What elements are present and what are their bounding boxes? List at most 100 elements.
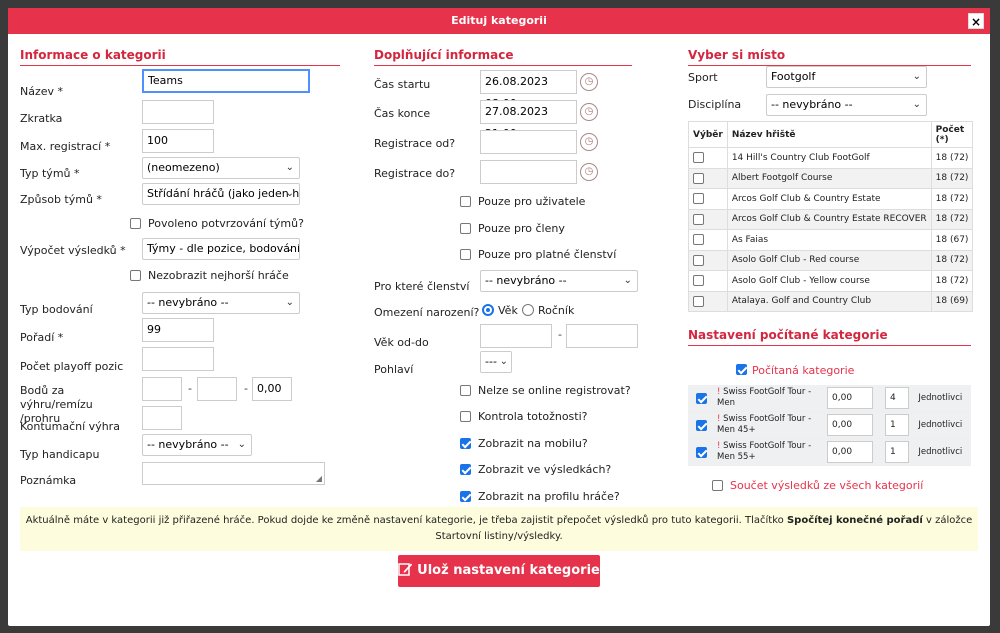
course-checkbox[interactable] (693, 193, 704, 205)
identity-checkbox[interactable] (460, 411, 471, 422)
course-checkbox[interactable] (693, 275, 704, 287)
members-only-checkbox[interactable] (460, 223, 471, 234)
points-loss-input[interactable]: 0,00 (252, 377, 292, 401)
course-checkbox[interactable] (693, 234, 704, 246)
teamtype-value: (neomezeno) (147, 161, 220, 174)
course-name: 14 Hill's Country Club FootGolf (727, 147, 932, 169)
counted-row-num[interactable]: 1 (884, 414, 909, 436)
save-button-label: Ulož nastavení kategorie (417, 563, 600, 578)
counted-row-name: Swiss FootGolf Tour - Men 55+ (717, 441, 812, 462)
regfrom-input[interactable] (480, 130, 577, 154)
handicap-select[interactable]: -- nevybráno -- ⌄ (142, 434, 252, 456)
maxreg-input[interactable]: 100 (142, 129, 214, 153)
age-dash: - (558, 328, 562, 341)
membership-select[interactable]: -- nevybráno -- ⌄ (480, 270, 638, 292)
counted-row-checkbox[interactable] (695, 446, 707, 458)
order-label: Pořadí * (20, 331, 64, 344)
course-select-cell (688, 229, 728, 251)
calc-select[interactable]: Týmy - dle pozice, bodování a ⌄ (142, 238, 300, 260)
sum-results-checkbox[interactable] (712, 480, 723, 491)
clock-icon[interactable]: ◷ (580, 163, 598, 181)
table-row[interactable]: 14 Hill's Country Club FootGolf 18 (72) (688, 147, 973, 169)
teamtype-label: Typ týmů * (20, 167, 80, 180)
users-only-checkbox[interactable] (460, 196, 471, 207)
gender-select[interactable]: --- ⌄ (480, 351, 512, 373)
birth-year-radio[interactable] (522, 304, 534, 316)
age-to-input[interactable] (566, 324, 638, 348)
counted-row-value[interactable]: 0,00 (827, 387, 873, 409)
counted-row-checkbox[interactable] (695, 392, 707, 404)
membership-value: -- nevybráno -- (485, 274, 567, 287)
clock-icon[interactable]: ◷ (580, 103, 598, 121)
course-name: Albert Footgolf Course (727, 168, 932, 189)
handicap-value: -- nevybráno -- (147, 438, 229, 451)
counted-row-num[interactable]: 1 (884, 441, 909, 463)
course-checkbox[interactable] (693, 152, 704, 164)
recalc-notice: Aktuálně máte v kategorii již přiřazené … (20, 507, 978, 551)
points-win-input[interactable] (142, 377, 182, 401)
discipline-select[interactable]: -- nevybráno -- ⌄ (766, 94, 927, 116)
birth-age-radio[interactable] (482, 304, 494, 316)
table-row[interactable]: Asolo Golf Club - Yellow course 18 (72) (688, 270, 973, 292)
calc-label: Výpočet výsledků * (20, 244, 126, 257)
table-row[interactable]: Arcos Golf Club & Country Estate 18 (72) (688, 188, 973, 210)
save-category-button[interactable]: Ulož nastavení kategorie (398, 555, 600, 587)
table-row[interactable]: As Faias 18 (67) (688, 229, 973, 251)
counted-row-value[interactable]: 0,00 (827, 414, 873, 436)
course-select-cell (688, 209, 728, 230)
forfeit-input[interactable] (142, 406, 182, 430)
abbr-input[interactable] (142, 100, 214, 124)
birth-year-label: Ročník (538, 304, 575, 317)
counted-row-value[interactable]: 0,00 (827, 441, 873, 463)
clock-icon[interactable]: ◷ (580, 73, 598, 91)
order-input[interactable]: 99 (142, 318, 214, 342)
scoring-select[interactable]: -- nevybráno -- ⌄ (142, 292, 300, 314)
regto-input[interactable] (480, 160, 577, 184)
hide-worst-checkbox[interactable] (130, 270, 141, 281)
course-name: Arcos Golf Club & Country Estate (727, 188, 932, 210)
course-checkbox[interactable] (693, 254, 704, 266)
teammode-select[interactable]: Střídání hráčů (jako jeden hráč)⌄ (142, 183, 300, 205)
note-textarea[interactable]: ◢ (142, 462, 325, 485)
start-input[interactable]: 26.08.2023 08:00 (480, 70, 577, 110)
course-select-cell (688, 250, 728, 271)
allow-confirm-label: Povoleno potvrzování týmů? (148, 217, 304, 230)
course-checkbox[interactable] (693, 172, 704, 184)
counted-row-num[interactable]: 4 (884, 387, 909, 409)
course-count: 18 (72) (930, 209, 973, 230)
show-results-checkbox[interactable] (460, 464, 471, 475)
course-select-cell (688, 188, 728, 210)
teamtype-select[interactable]: (neomezeno) ⌄ (142, 157, 300, 179)
course-checkbox[interactable] (693, 295, 704, 307)
courses-body: 14 Hill's Country Club FootGolf 18 (72) Al… (688, 147, 973, 312)
allow-confirm-checkbox[interactable] (130, 218, 141, 229)
show-mobile-checkbox[interactable] (460, 438, 471, 449)
paid-only-checkbox[interactable] (460, 249, 471, 260)
table-row[interactable]: Asolo Golf Club - Red course 18 (72) (688, 250, 973, 271)
points-dash-2: - (244, 382, 248, 395)
course-checkbox[interactable] (693, 213, 704, 225)
clock-icon[interactable]: ◷ (580, 133, 598, 151)
show-profile-checkbox[interactable] (460, 491, 471, 502)
course-count: 18 (72) (930, 250, 973, 271)
sport-select[interactable]: Footgolf ⌄ (766, 66, 927, 88)
no-online-checkbox[interactable] (460, 385, 471, 396)
table-row[interactable]: Arcos Golf Club & Country Estate RECOVER… (688, 209, 973, 230)
course-count: 18 (72) (930, 168, 973, 189)
points-draw-input[interactable] (197, 377, 237, 401)
course-count: 18 (72) (930, 147, 973, 169)
end-input[interactable]: 27.08.2023 21:00 (480, 100, 577, 140)
counted-checkbox[interactable] (736, 364, 747, 375)
table-row[interactable]: Atalaya. Golf and Country Club 18 (69) (688, 291, 973, 312)
counted-row-checkbox[interactable] (695, 419, 707, 431)
counted-row: ! Swiss FootGolf Tour - Men 45+ 0,00 1 Jedn… (688, 411, 971, 439)
resize-handle-icon[interactable]: ◢ (316, 474, 322, 483)
discipline-value: -- nevybráno -- (771, 98, 853, 111)
table-row[interactable]: Albert Footgolf Course 18 (72) (688, 168, 973, 189)
playoff-input[interactable] (142, 347, 214, 371)
counted-row-value-cell: 0,00 (824, 438, 882, 466)
name-label: Název * (20, 85, 64, 98)
course-count: 18 (69) (930, 291, 973, 312)
name-input[interactable]: Teams (142, 69, 310, 93)
age-from-input[interactable] (480, 324, 552, 348)
